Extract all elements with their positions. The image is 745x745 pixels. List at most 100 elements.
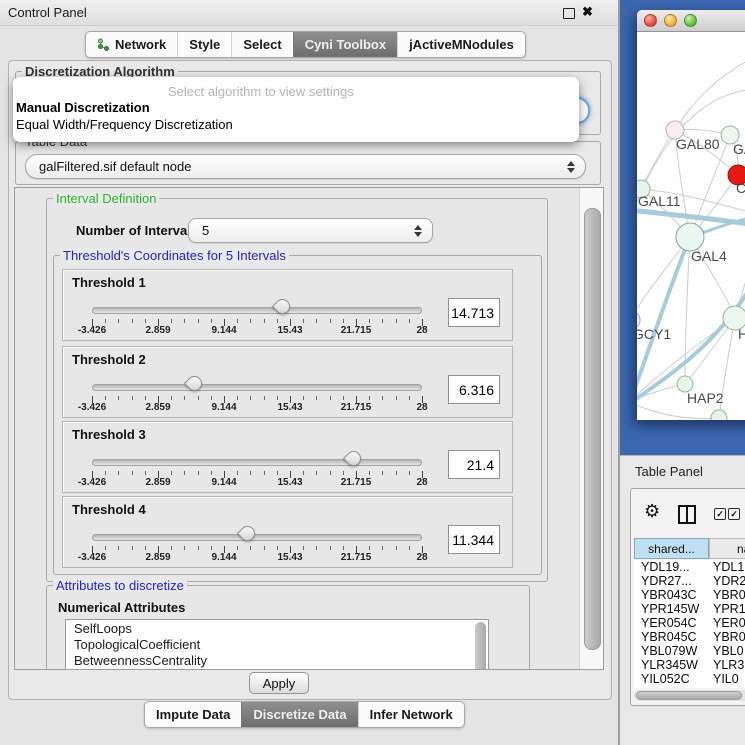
- slider-tick: [250, 546, 251, 550]
- table-rows: YDL19...YDL1YDR27...YDR2YBR043CYBR0YPR14…: [634, 560, 745, 688]
- threshold-label: Threshold 4: [72, 502, 146, 517]
- float-window-icon[interactable]: [563, 8, 575, 19]
- network-node[interactable]: [711, 410, 727, 420]
- network-node-label: H: [738, 326, 745, 342]
- slider-tick: [277, 546, 278, 550]
- network-node-label: C: [736, 180, 745, 196]
- slider-track[interactable]: [92, 384, 422, 391]
- threshold-value-field[interactable]: [448, 298, 500, 327]
- tab-select[interactable]: Select: [231, 32, 292, 57]
- table-row[interactable]: YDL19...YDL1: [634, 560, 745, 574]
- table-row[interactable]: YBL079WYBL0: [634, 644, 745, 658]
- network-graph[interactable]: GAL80GACGAL11GAL4GCY1HHAP2: [637, 32, 745, 420]
- slider-tick: [118, 546, 119, 550]
- slider-tick: [330, 396, 331, 400]
- slider-tick-label: 9.144: [191, 552, 257, 563]
- bottom-tab-bar: Impute DataDiscretize DataInfer Network: [144, 701, 465, 728]
- numerical-attributes-list[interactable]: SelfLoopsTopologicalCoefficientBetweenne…: [65, 619, 489, 670]
- attribute-list-item[interactable]: BetweennessCentrality: [66, 652, 488, 668]
- slider-tick: [250, 396, 251, 400]
- tab-style[interactable]: Style: [177, 32, 231, 57]
- algorithm-dropdown-hint: Select algorithm to view settings: [168, 84, 354, 99]
- attribute-list-item[interactable]: TopologicalCoefficient: [66, 636, 488, 652]
- tab-network[interactable]: Network: [86, 32, 177, 57]
- algorithm-option[interactable]: Manual Discretization: [16, 100, 150, 115]
- table-row[interactable]: YDR27...YDR2: [634, 574, 745, 588]
- table-row[interactable]: YBR043CYBR0: [634, 588, 745, 602]
- slider-tick: [303, 546, 304, 550]
- tab-label: Style: [189, 37, 220, 52]
- slider-tick: [316, 471, 317, 475]
- slider-tick-label: 15.43: [257, 552, 323, 563]
- network-window-titlebar[interactable]: [637, 10, 745, 32]
- slider-tick: [277, 319, 278, 323]
- checkbox-icon[interactable]: ✓: [714, 508, 726, 520]
- mode-tab-discretize-data[interactable]: Discretize Data: [241, 702, 357, 727]
- close-traffic-light-icon[interactable]: [644, 14, 657, 27]
- network-node[interactable]: [676, 223, 704, 251]
- slider-tick: [369, 546, 370, 550]
- threshold-value-field[interactable]: [448, 450, 500, 479]
- tab-cyni-toolbox[interactable]: Cyni Toolbox: [293, 32, 397, 57]
- table-row[interactable]: YBR045CYBR0: [634, 630, 745, 644]
- table-data-group: Table Data galFiltered.sif default node: [15, 141, 601, 185]
- column-header-name[interactable]: na: [709, 538, 745, 559]
- scrollbar-track[interactable]: [579, 188, 603, 669]
- mode-tab-infer-network[interactable]: Infer Network: [358, 702, 464, 727]
- checkbox-icon[interactable]: ✓: [728, 508, 740, 520]
- control-panel-titlebar: Control Panel ✖: [0, 0, 618, 26]
- slider-tick-label: 28: [389, 477, 455, 488]
- cyni-toolbox-panel: Discretization Algorithm Select algorith…: [8, 60, 612, 700]
- slider-tick: [409, 471, 410, 475]
- attributes-group: Attributes to discretize Numerical Attri…: [46, 585, 530, 670]
- slider-tick: [277, 396, 278, 400]
- apply-button[interactable]: Apply: [249, 672, 309, 694]
- gear-icon[interactable]: ⚙: [644, 502, 660, 520]
- slider-tick: [198, 319, 199, 323]
- threshold-panel: Threshold 2-3.4262.8599.14415.4321.71528: [62, 346, 513, 418]
- slider-tick: [316, 546, 317, 550]
- slider-tick-label: 2.859: [125, 477, 191, 488]
- slider-tick: [171, 319, 172, 323]
- slider-tick: [303, 319, 304, 323]
- slider-tick: [145, 396, 146, 400]
- table-row[interactable]: YLR345WYLR3: [634, 658, 745, 672]
- table-row[interactable]: YER054CYER0: [634, 616, 745, 630]
- numerical-attributes-label: Numerical Attributes: [58, 600, 185, 615]
- algorithm-option[interactable]: Equal Width/Frequency Discretization: [16, 117, 233, 132]
- network-canvas[interactable]: GAL80GACGAL11GAL4GCY1HHAP2: [637, 32, 745, 420]
- slider-tick: [237, 396, 238, 400]
- scrollbar-thumb[interactable]: [584, 208, 601, 650]
- number-of-intervals-combobox[interactable]: 5: [188, 218, 433, 243]
- slider-tick: [330, 546, 331, 550]
- slider-tick: [382, 471, 383, 475]
- cell-shared-name: YPR145W: [641, 602, 699, 616]
- horizontal-scrollbar[interactable]: [634, 690, 745, 701]
- list-scrollbar[interactable]: [475, 622, 486, 670]
- slider-tick: [396, 396, 397, 400]
- threshold-value-field[interactable]: [448, 375, 500, 404]
- tab-jactivemnodules[interactable]: jActiveMNodules: [397, 32, 525, 57]
- table-row[interactable]: YPR145WYPR1: [634, 602, 745, 616]
- slider-track[interactable]: [92, 307, 422, 314]
- slider-tick: [171, 546, 172, 550]
- slider-tick: [145, 471, 146, 475]
- slider-track[interactable]: [92, 534, 422, 541]
- column-header-shared-name[interactable]: shared...: [634, 538, 709, 559]
- slider-track[interactable]: [92, 459, 422, 466]
- cell-shared-name: YDL19...: [641, 560, 690, 574]
- table-panel: Table Panel ⚙ ✓ ✓ shared... na YDL19...Y…: [620, 455, 745, 745]
- split-columns-icon[interactable]: [678, 505, 696, 524]
- threshold-value-field[interactable]: [448, 525, 500, 554]
- network-view-window[interactable]: GAL80GACGAL11GAL4GCY1HHAP2: [637, 10, 745, 420]
- slider-tick: [145, 546, 146, 550]
- tab-label: Cyni Toolbox: [305, 37, 386, 52]
- minimize-traffic-light-icon[interactable]: [664, 14, 677, 27]
- table-row[interactable]: YIL052CYIL0: [634, 672, 745, 686]
- zoom-traffic-light-icon[interactable]: [684, 14, 697, 27]
- slider-tick: [396, 471, 397, 475]
- mode-tab-impute-data[interactable]: Impute Data: [145, 702, 241, 727]
- attribute-list-item[interactable]: SelfLoops: [66, 620, 488, 636]
- close-icon[interactable]: ✖: [582, 4, 593, 20]
- table-data-combobox[interactable]: galFiltered.sif default node: [25, 154, 586, 179]
